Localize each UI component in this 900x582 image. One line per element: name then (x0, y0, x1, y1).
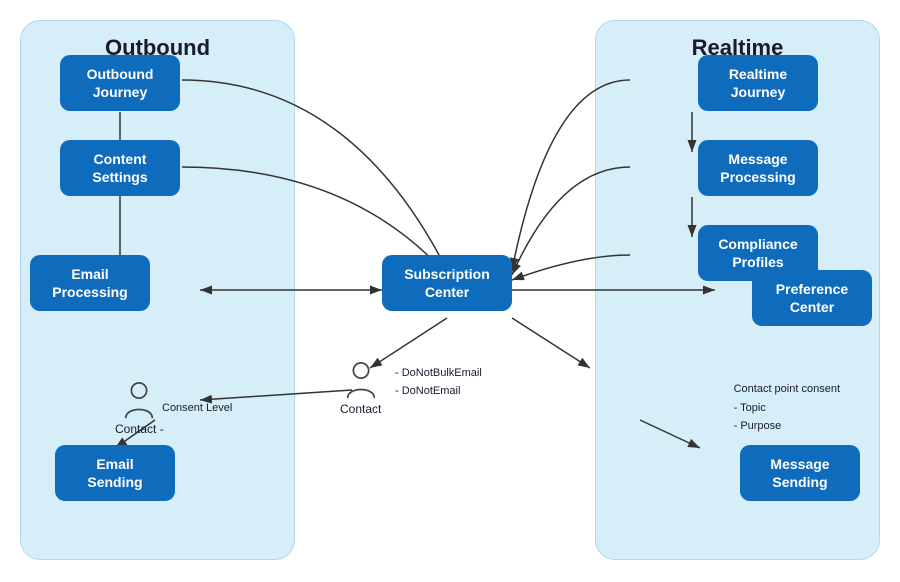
contact-detail-line2: - DoNotEmail (395, 383, 482, 401)
email-sending-box: Email Sending (55, 445, 175, 501)
contact-details-right: Contact point consent - Topic - Purpose (734, 380, 840, 436)
contact-detail-line1: - DoNotBulkEmail (395, 365, 482, 383)
right-detail-line0: Contact point consent (734, 380, 840, 399)
content-settings-box: Content Settings (60, 140, 180, 196)
message-sending-box: Message Sending (740, 445, 860, 501)
contact-icon-center: Contact (340, 360, 381, 416)
right-detail-line2: - Purpose (734, 417, 840, 436)
email-processing-box: Email Processing (30, 255, 150, 311)
preference-center-box: Preference Center (752, 270, 872, 326)
contact-center-label: Contact (340, 402, 381, 416)
consent-level-label: Consent Level (162, 402, 232, 414)
contact-details-center: - DoNotBulkEmail - DoNotEmail (395, 365, 482, 400)
contact-left-label: Contact - (115, 422, 164, 436)
right-detail-line1: - Topic (734, 399, 840, 418)
outbound-journey-box: Outbound Journey (60, 55, 180, 111)
contact-icon-left: Contact - (115, 380, 164, 436)
message-processing-box: Message Processing (698, 140, 818, 196)
subscription-center-box: Subscription Center (382, 255, 512, 311)
realtime-journey-box: Realtime Journey (698, 55, 818, 111)
diagram-container: Outbound Realtime (0, 0, 900, 582)
